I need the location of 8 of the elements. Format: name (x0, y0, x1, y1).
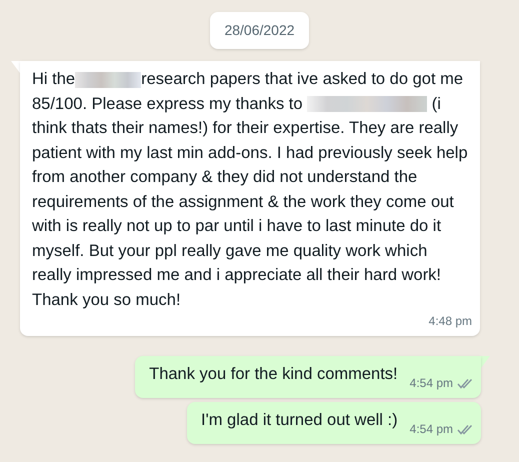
message-text: Hi the research papers that ive asked to do got me 85/100. Please express my thanks to (i think thats their names!) for their expertise. They are really patient with my last min add-ons. I had previously seek help from another company & they did not understand the requirements of the assignment & the work they come out with is really not up to par until i have to last minute do it myself. But your ppl really gave me quality work which really impressed me and i appreciate all their hard work! Thank you so much! (32, 69, 468, 310)
message-text: I'm glad it turned out well :) (200, 410, 398, 431)
message-text: Thank you for the kind comments! (149, 364, 398, 385)
message-time: 4:54 pm (410, 375, 453, 392)
redaction-mark (75, 72, 142, 88)
message-time: 4:48 pm (428, 313, 472, 330)
date-chip: 28/06/2022 (210, 12, 309, 49)
message-time: 4:54 pm (410, 421, 453, 438)
